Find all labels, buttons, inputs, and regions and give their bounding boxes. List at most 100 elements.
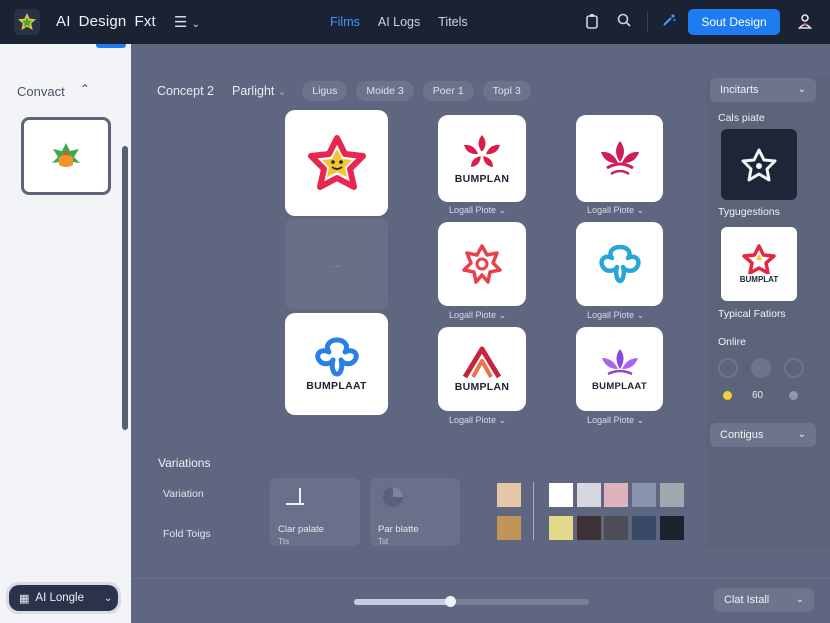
logo-card-3[interactable]: BUMPLAN bbox=[438, 115, 526, 202]
logo-caption-label: Logall Piote bbox=[587, 415, 635, 425]
color-swatch[interactable] bbox=[660, 483, 684, 507]
lotus-logo-icon bbox=[601, 348, 638, 375]
filter-bar: Concept 2 Parlight ⌄ Ligus Moide 3 Poer … bbox=[157, 81, 540, 101]
menu-icon[interactable]: ☰ ⌄ bbox=[174, 13, 200, 31]
configs-dropdown[interactable]: Contigus ⌄ bbox=[710, 423, 816, 447]
save-design-button[interactable]: Sout Design bbox=[688, 9, 780, 35]
color-swatch[interactable] bbox=[497, 516, 521, 540]
color-swatch[interactable] bbox=[604, 483, 628, 507]
typical-factors-label: Typical Fatiors bbox=[718, 308, 786, 320]
color-swatch[interactable] bbox=[632, 516, 656, 540]
chevron-down-icon: ⌄ bbox=[797, 84, 806, 95]
sidebar-section-title[interactable]: Convact bbox=[17, 84, 65, 99]
knot-logo-icon bbox=[314, 337, 359, 377]
logo-caption[interactable]: Logall Piote ⌄ bbox=[587, 310, 644, 321]
nav-tab-ai-logs[interactable]: AI Logs bbox=[378, 15, 420, 29]
user-icon[interactable] bbox=[796, 13, 814, 31]
dark-logo-preview[interactable] bbox=[721, 129, 797, 200]
magic-wand-icon[interactable] bbox=[660, 13, 678, 31]
status-dot-grey bbox=[789, 391, 798, 400]
sidebar-scrollbar[interactable] bbox=[122, 146, 128, 430]
color-swatch[interactable] bbox=[577, 483, 601, 507]
logo-card-4[interactable] bbox=[438, 222, 526, 306]
suggested-logo-preview[interactable]: BUMPLAT bbox=[721, 227, 797, 301]
chevron-down-icon: ⌄ bbox=[795, 594, 804, 605]
star-logo-icon bbox=[741, 148, 777, 181]
clipboard-icon[interactable] bbox=[583, 13, 601, 31]
ai-toggle-dropdown[interactable]: ▦ AI Longle ⌄ bbox=[9, 585, 118, 611]
option-circle-3[interactable] bbox=[784, 358, 804, 378]
concept-label[interactable]: Concept 2 bbox=[157, 84, 214, 98]
variation-row-label: Variation bbox=[163, 488, 204, 500]
swatch-divider bbox=[533, 482, 534, 540]
chevron-up-icon[interactable]: ⌃ bbox=[80, 82, 90, 96]
online-value: 60 bbox=[752, 390, 764, 401]
suggestions-label: Tygugestions bbox=[718, 206, 780, 218]
color-swatch[interactable] bbox=[549, 483, 573, 507]
nav-tab-films[interactable]: Films bbox=[330, 15, 360, 29]
logo-wordmark: BUMPLAT bbox=[739, 275, 779, 284]
flower-logo-icon bbox=[464, 134, 500, 167]
install-button-label: Clat Istall bbox=[724, 594, 770, 606]
app-title: AI Design Fxt bbox=[56, 13, 164, 30]
color-swatch[interactable] bbox=[549, 516, 573, 540]
logo-card-5[interactable]: BUMPLAN bbox=[438, 327, 526, 411]
app-logo-icon[interactable] bbox=[14, 9, 40, 35]
nav-tab-titels[interactable]: Titels bbox=[438, 15, 467, 29]
color-swatch[interactable] bbox=[577, 516, 601, 540]
filter-chip-3[interactable]: Poer 1 bbox=[422, 81, 474, 101]
color-swatch[interactable] bbox=[632, 483, 656, 507]
mountain-logo-icon bbox=[462, 346, 502, 379]
logo-caption[interactable]: Logall Piote ⌄ bbox=[449, 310, 506, 321]
variations-title: Variations bbox=[158, 456, 211, 470]
sidebar-footer: ▦ AI Longle ⌄ bbox=[6, 582, 121, 614]
filter-chip-2[interactable]: Moide 3 bbox=[356, 81, 414, 101]
color-swatch[interactable] bbox=[660, 516, 684, 540]
logo-caption-label: Logall Piote bbox=[449, 310, 497, 320]
color-swatch[interactable] bbox=[604, 516, 628, 540]
sort-dropdown[interactable]: Parlight ⌄ bbox=[232, 84, 286, 98]
filter-chip-1[interactable]: Ligus bbox=[302, 81, 348, 101]
variation-card-1-title: Clar palate bbox=[278, 524, 324, 535]
zoom-slider[interactable] bbox=[354, 596, 589, 607]
empty-logo-slot[interactable]: ... bbox=[285, 219, 388, 309]
logo-card-6[interactable] bbox=[576, 115, 663, 202]
bottom-divider bbox=[131, 578, 830, 579]
ai-toggle-label: AI Longle bbox=[35, 592, 85, 604]
logo-caption-label: Logall Piote bbox=[449, 205, 497, 215]
logo-caption[interactable]: Logall Piote ⌄ bbox=[449, 415, 506, 426]
instructions-dropdown[interactable]: Incitarts ⌄ bbox=[710, 78, 816, 102]
chevron-down-icon: ⌄ bbox=[636, 415, 645, 425]
logo-card-8[interactable]: BUMPLAAT bbox=[576, 327, 663, 411]
logo-caption[interactable]: Logall Piote ⌄ bbox=[449, 205, 506, 216]
logo-wordmark: BUMPLAAT bbox=[306, 380, 367, 392]
sort-label: Parlight bbox=[231, 84, 275, 98]
fold-toigs-row-label: Fold Toigs bbox=[163, 528, 211, 540]
sidebar-thumbnail[interactable] bbox=[21, 117, 111, 195]
knot-logo-icon bbox=[598, 244, 641, 284]
grid-icon: ▦ bbox=[19, 592, 30, 605]
variation-card-1[interactable]: Clar palate Tts bbox=[270, 478, 360, 546]
search-icon[interactable] bbox=[615, 13, 633, 31]
instructions-dropdown-label: Incitarts bbox=[720, 84, 759, 96]
variation-card-2[interactable]: Par blatte Tst bbox=[370, 478, 460, 546]
logo-wordmark: BUMPLAAT bbox=[592, 380, 647, 392]
color-swatch[interactable] bbox=[497, 483, 521, 507]
chevron-down-icon: ⌄ bbox=[104, 592, 113, 604]
filter-chip-4[interactable]: Topl 3 bbox=[482, 81, 531, 101]
status-dot-yellow bbox=[723, 391, 732, 400]
star-logo-icon bbox=[307, 135, 366, 190]
logo-caption[interactable]: Logall Piote ⌄ bbox=[587, 205, 644, 216]
sidebar-active-tab-indicator bbox=[96, 44, 126, 48]
logo-card-1[interactable] bbox=[285, 110, 388, 216]
logo-card-2[interactable]: BUMPLAAT bbox=[285, 313, 388, 415]
lotus-logo-icon bbox=[600, 140, 639, 175]
chevron-down-icon: ⌄ bbox=[797, 429, 806, 440]
color-wheel-icon bbox=[383, 487, 403, 507]
option-circle-1[interactable] bbox=[718, 358, 738, 378]
logo-card-7[interactable] bbox=[576, 222, 663, 306]
install-dropdown-button[interactable]: Clat Istall ⌄ bbox=[714, 588, 814, 612]
option-circle-2[interactable] bbox=[751, 358, 771, 378]
chevron-down-icon: ⌄ bbox=[277, 87, 287, 98]
logo-caption[interactable]: Logall Piote ⌄ bbox=[587, 415, 644, 426]
